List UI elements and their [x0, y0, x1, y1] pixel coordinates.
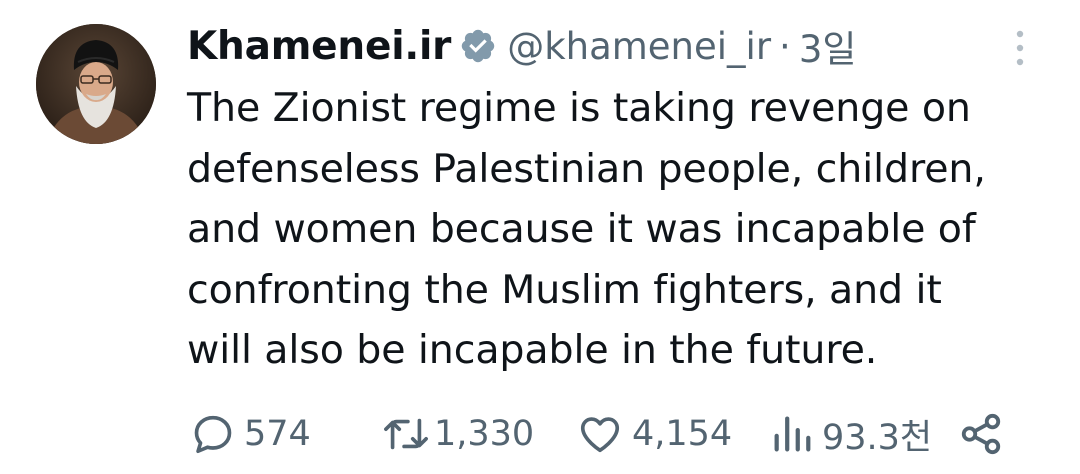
views-bars-icon [774, 416, 811, 452]
action-bar: 574 1,330 4,154 93.3천 [0, 404, 1080, 464]
reply-count: 574 [244, 414, 311, 454]
tweet-header: Khamenei.ir @khamenei_ir · 3일 [187, 18, 856, 74]
like-count: 4,154 [632, 414, 733, 454]
share-nodes-icon [961, 413, 1001, 455]
avatar[interactable] [36, 24, 156, 144]
like-button[interactable]: 4,154 [576, 404, 732, 464]
view-count: 93.3천 [822, 417, 933, 458]
repost-arrows-icon [384, 418, 428, 450]
timestamp[interactable]: 3일 [799, 19, 857, 73]
reply-bubble-icon [194, 415, 232, 454]
avatar-portrait-icon [36, 24, 156, 144]
heart-icon [580, 417, 620, 453]
more-vertical-icon[interactable] [1008, 28, 1032, 68]
display-name[interactable]: Khamenei.ir [187, 24, 451, 69]
verified-badge-icon[interactable] [459, 27, 497, 65]
repost-button[interactable]: 1,330 [380, 404, 534, 464]
views-button[interactable]: 93.3천 [770, 404, 932, 464]
user-handle[interactable]: @khamenei_ir [507, 25, 771, 68]
repost-count: 1,330 [434, 414, 535, 454]
separator-dot: · [779, 24, 791, 68]
tweet-card[interactable]: Khamenei.ir @khamenei_ir · 3일 The Zionis… [0, 0, 1080, 474]
share-button[interactable] [958, 404, 1004, 464]
tweet-text: The Zionist regime is taking revenge on … [187, 85, 986, 373]
reply-button[interactable]: 574 [190, 404, 311, 464]
